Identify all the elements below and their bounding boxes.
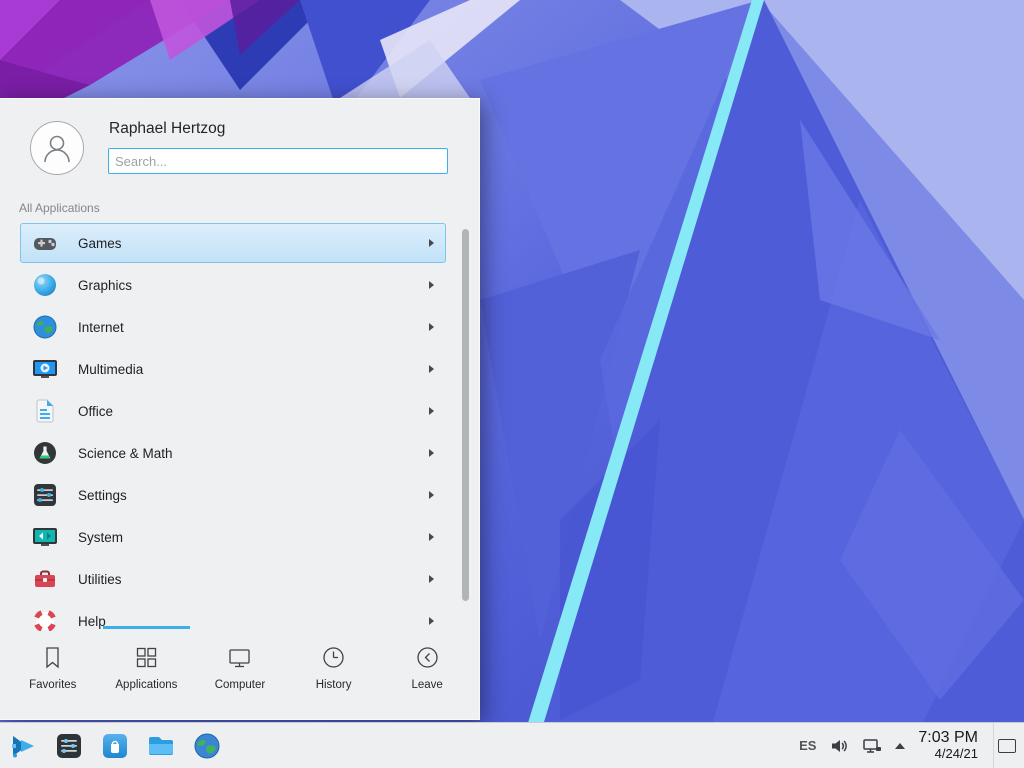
globe-icon — [31, 313, 59, 341]
search-input[interactable] — [108, 148, 448, 174]
expand-tray-caret-icon[interactable] — [895, 743, 905, 749]
toolbox-icon — [31, 565, 59, 593]
chevron-right-icon — [429, 617, 434, 625]
category-settings[interactable]: Settings — [20, 475, 446, 515]
chevron-right-icon — [429, 533, 434, 541]
chevron-right-icon — [429, 407, 434, 415]
category-label: Internet — [78, 320, 124, 335]
category-internet[interactable]: Internet — [20, 307, 446, 347]
category-label: Office — [78, 404, 113, 419]
chevron-right-icon — [429, 323, 434, 331]
settings-sliders-icon[interactable] — [54, 731, 84, 761]
application-launcher-button[interactable] — [8, 731, 38, 761]
user-name: Raphael Hertzog — [109, 120, 225, 138]
document-icon — [31, 397, 59, 425]
taskbar: ES 7:03 PM 4/24/21 — [0, 722, 1024, 768]
leave-icon — [414, 644, 441, 671]
discover-icon[interactable] — [100, 731, 130, 761]
kickoff-arrow-icon — [8, 731, 38, 761]
tab-history[interactable]: History — [287, 629, 381, 719]
web-browser-globe-icon[interactable] — [192, 731, 222, 761]
category-science-math[interactable]: Science & Math — [20, 433, 446, 473]
clock-time: 7:03 PM — [918, 729, 978, 747]
category-label: Games — [78, 236, 122, 251]
category-system[interactable]: System — [20, 517, 446, 557]
bookmark-icon — [39, 644, 66, 671]
category-games[interactable]: Games — [20, 223, 446, 263]
keyboard-layout-indicator[interactable]: ES — [799, 738, 816, 753]
category-help[interactable]: Help — [20, 601, 446, 631]
multimedia-icon — [31, 355, 59, 383]
chevron-right-icon — [429, 491, 434, 499]
network-icon[interactable] — [862, 736, 882, 756]
volume-icon[interactable] — [829, 736, 849, 756]
category-label: Multimedia — [78, 362, 143, 377]
clock[interactable]: 7:03 PM 4/24/21 — [918, 729, 980, 762]
monitor-icon — [226, 644, 253, 671]
category-utilities[interactable]: Utilities — [20, 559, 446, 599]
show-desktop-button[interactable] — [993, 723, 1020, 768]
tab-leave[interactable]: Leave — [380, 629, 474, 719]
file-manager-folder-icon[interactable] — [146, 731, 176, 761]
category-label: Settings — [78, 488, 127, 503]
desktop-peek-icon — [998, 739, 1016, 753]
category-list: Games Graphics Internet Multimedia — [20, 221, 446, 631]
category-office[interactable]: Office — [20, 391, 446, 431]
taskbar-launchers — [0, 731, 222, 761]
launcher-tabbar: Favorites Applications Computer History … — [0, 629, 480, 719]
tab-computer[interactable]: Computer — [193, 629, 287, 719]
application-launcher-menu: Raphael Hertzog All Applications Games G… — [0, 98, 480, 720]
grid-icon — [133, 644, 160, 671]
tab-applications[interactable]: Applications — [100, 629, 194, 719]
tab-label: Applications — [115, 679, 177, 691]
tab-label: Leave — [412, 679, 443, 691]
tab-label: Computer — [215, 679, 266, 691]
category-graphics[interactable]: Graphics — [20, 265, 446, 305]
chevron-right-icon — [429, 365, 434, 373]
category-scrollbar[interactable] — [462, 225, 469, 627]
category-label: Help — [78, 614, 106, 629]
sliders-icon — [31, 481, 59, 509]
gamepad-icon — [31, 229, 59, 257]
person-icon — [37, 128, 77, 168]
category-multimedia[interactable]: Multimedia — [20, 349, 446, 389]
graphics-icon — [31, 271, 59, 299]
category-label: Science & Math — [78, 446, 173, 461]
tab-label: Favorites — [29, 679, 76, 691]
scrollbar-thumb[interactable] — [462, 229, 469, 601]
chevron-right-icon — [429, 575, 434, 583]
lifebuoy-icon — [31, 607, 59, 631]
section-label: All Applications — [19, 201, 100, 215]
system-tray: ES 7:03 PM 4/24/21 — [799, 723, 1024, 768]
clock-icon — [320, 644, 347, 671]
user-avatar — [30, 121, 84, 175]
category-label: System — [78, 530, 123, 545]
chevron-right-icon — [429, 239, 434, 247]
clock-date: 4/24/21 — [935, 747, 978, 762]
category-label: Utilities — [78, 572, 122, 587]
tab-label: History — [316, 679, 352, 691]
system-monitor-icon — [31, 523, 59, 551]
tab-favorites[interactable]: Favorites — [6, 629, 100, 719]
chevron-right-icon — [429, 281, 434, 289]
category-label: Graphics — [78, 278, 132, 293]
flask-icon — [31, 439, 59, 467]
chevron-right-icon — [429, 449, 434, 457]
